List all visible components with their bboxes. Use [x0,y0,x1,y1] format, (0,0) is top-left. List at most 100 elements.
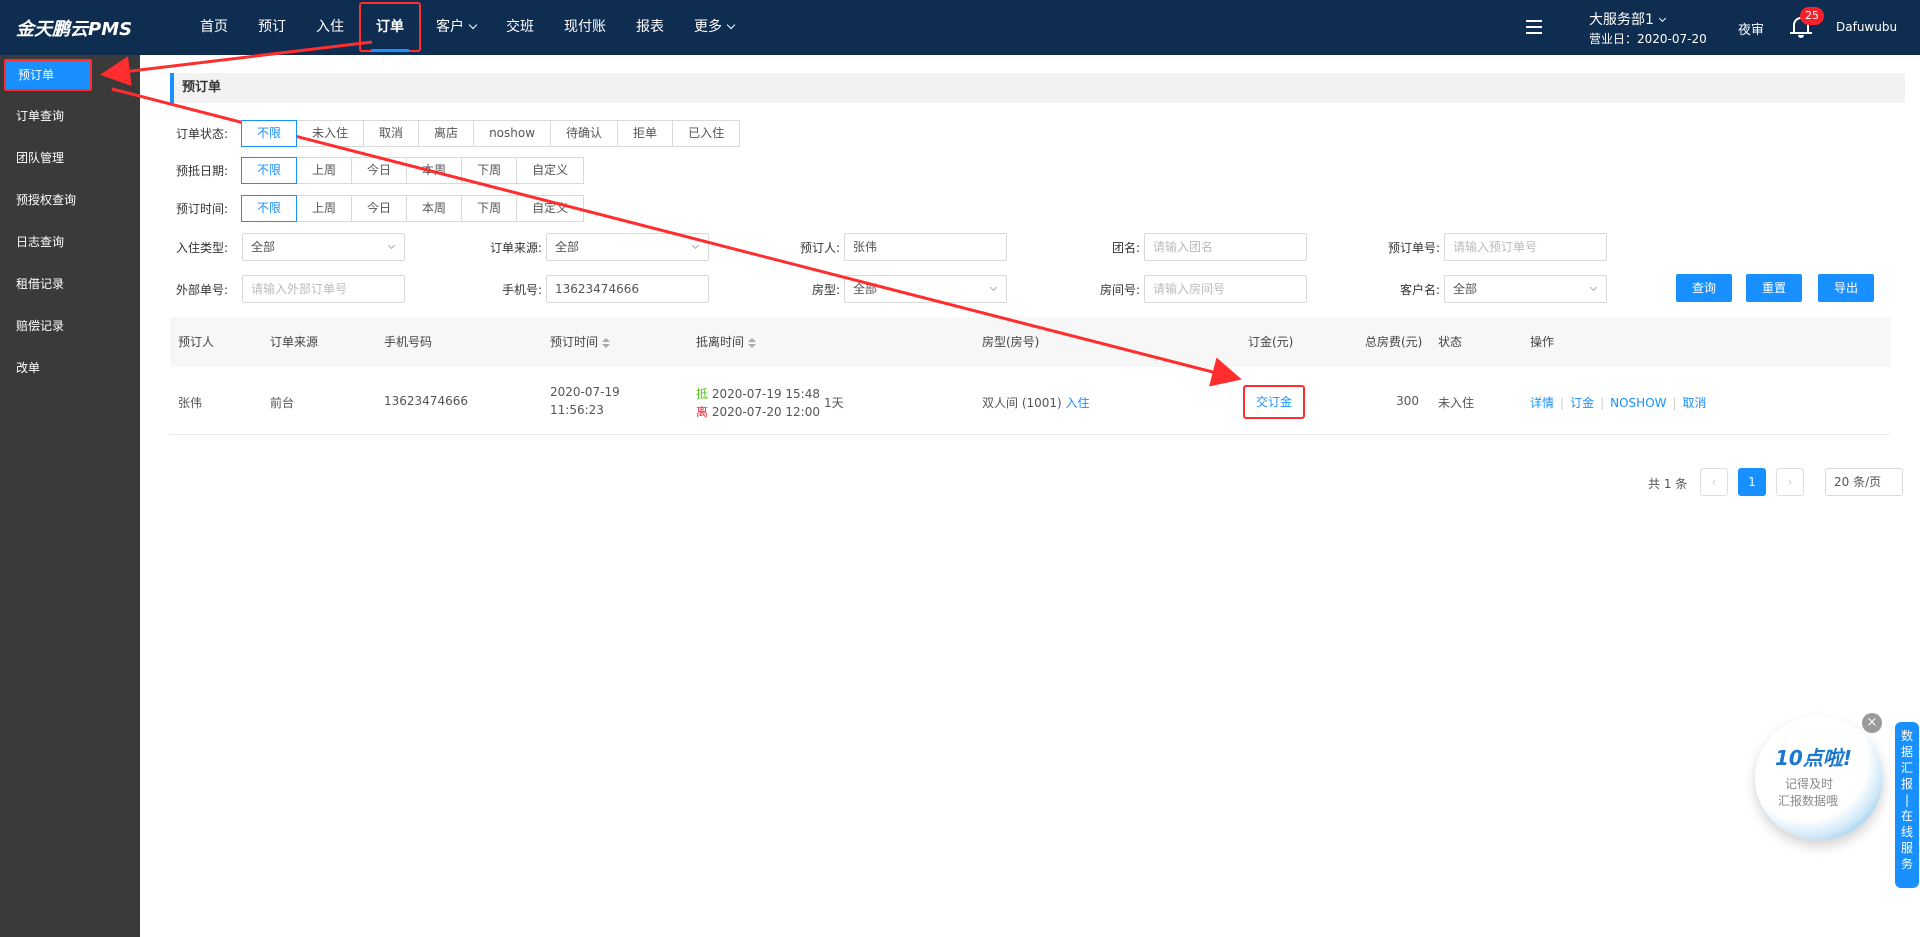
side-tab-char: 线 [1900,825,1913,839]
col-actions: 操作 [1530,335,1555,349]
col-booker: 预订人 [178,335,215,349]
prev-page-button[interactable]: ‹ [1700,468,1728,496]
status-option-checked-in[interactable]: 已入住 [672,120,741,147]
col-book-time[interactable]: 预订时间 [550,317,611,367]
page-size-value: 20 条/页 [1834,475,1882,489]
booked-option-next-week[interactable]: 下周 [461,195,518,222]
arrival-filter-label: 预抵日期: [176,164,229,178]
phone-label: 手机号: [501,282,542,297]
sidebar-item-preauth-query[interactable]: 预授权查询 [0,179,140,221]
detail-link[interactable]: 详情 [1530,396,1554,410]
noshow-link[interactable]: NOSHOW [1610,396,1666,410]
nav-customers[interactable]: 客户 [421,0,491,55]
group-name-label: 团名: [1111,240,1140,255]
order-number-input[interactable]: 请输入预订单号 [1444,233,1607,261]
booker-input[interactable]: 张伟 [844,233,1007,261]
order-source-select[interactable]: 全部 [546,233,709,261]
sidebar-item-group-management[interactable]: 团队管理 [0,137,140,179]
nav-reports[interactable]: 报表 [621,0,679,55]
export-button[interactable]: 导出 [1818,274,1874,302]
nav-more[interactable]: 更多 [679,0,749,55]
reminder-line-1: 记得及时 [1785,777,1834,791]
side-tab-char: 在 [1900,809,1913,823]
col-total: 总房费(元) [1365,335,1423,349]
pay-deposit-button[interactable]: 交订金 [1243,385,1305,419]
cell-book-date: 2020-07-19 [550,385,620,399]
booked-option-last-week[interactable]: 上周 [296,195,353,222]
reminder-line-2: 汇报数据哦 [1778,794,1839,808]
nav-checkin[interactable]: 入住 [301,0,359,55]
status-option-noshow[interactable]: noshow [473,120,552,147]
status-option-rejected[interactable]: 拒单 [617,120,674,147]
arrival-option-custom[interactable]: 自定义 [516,157,585,184]
external-number-input[interactable]: 请输入外部订单号 [242,275,405,303]
sidebar-item-log-query[interactable]: 日志查询 [0,221,140,263]
night-audit-button[interactable]: 夜审 [1738,19,1764,38]
sidebar-item-compensation-records[interactable]: 赔偿记录 [0,305,140,347]
top-bar: 金天鹏云PMS 首页 预订 入住 订单 客户 交班 现付账 报表 更多 大服务部… [0,0,1920,55]
brand-logo: 金天鹏云PMS [16,19,133,40]
arrival-option-today[interactable]: 今日 [351,157,408,184]
room-number-input[interactable]: 请输入房间号 [1144,275,1307,303]
room-number-field: 房间号: 请输入房间号 [1060,275,1307,303]
status-option-cancelled[interactable]: 取消 [363,120,420,147]
order-source-field: 订单来源: 全部 [460,233,709,261]
reset-button[interactable]: 重置 [1746,274,1802,302]
arrival-option-next-week[interactable]: 下周 [461,157,518,184]
query-button[interactable]: 查询 [1676,274,1732,302]
sidebar-item-rental-records[interactable]: 租借记录 [0,263,140,305]
status-option-not-checked-in[interactable]: 未入住 [296,120,365,147]
sidebar-item-modify-order[interactable]: 改单 [0,347,140,389]
group-name-input[interactable]: 请输入团名 [1144,233,1307,261]
cell-departure: 离 2020-07-20 12:00 [696,403,820,420]
booked-option-custom[interactable]: 自定义 [516,195,585,222]
arrival-option-all[interactable]: 不限 [241,157,298,184]
phone-input[interactable]: 13623474666 [546,275,709,303]
arrival-option-this-week[interactable]: 本周 [406,157,463,184]
cell-phone: 13623474666 [384,394,468,408]
side-tab-char: 汇 [1900,761,1913,775]
cell-book-time: 11:56:23 [550,403,604,417]
nav-home[interactable]: 首页 [185,0,243,55]
sidebar-item-reservations[interactable]: 预订单 [4,59,92,91]
nav-cash-account[interactable]: 现付账 [549,0,621,55]
cell-arrival: 抵 2020-07-19 15:48 [696,385,820,402]
nav-shift[interactable]: 交班 [491,0,549,55]
status-option-pending[interactable]: 待确认 [550,120,619,147]
col-stay-time[interactable]: 抵离时间 [696,317,757,367]
arrival-option-last-week[interactable]: 上周 [296,157,353,184]
data-report-online-service-tab[interactable]: 数 据 汇 报 | 在 线 服 务 [1895,722,1919,888]
nav-orders[interactable]: 订单 [359,2,421,52]
col-book-time-label: 预订时间 [550,335,599,349]
next-page-button[interactable]: › [1776,468,1804,496]
user-name[interactable]: Dafuwubu [1836,20,1897,34]
sidebar-item-order-query[interactable]: 订单查询 [0,95,140,137]
page-size-select[interactable]: 20 条/页 [1825,468,1903,496]
main-nav: 首页 预订 入住 订单 客户 交班 现付账 报表 更多 [185,0,749,55]
checkin-type-label: 入住类型: [176,240,229,255]
page-1-button[interactable]: 1 [1738,468,1766,496]
deposit-link[interactable]: 订金 [1570,396,1594,410]
table-row: 张伟 前台 13623474666 2020-07-19 11:56:23 抵 … [170,368,1890,435]
status-option-all[interactable]: 不限 [241,120,298,147]
close-icon[interactable]: × [1862,713,1882,733]
cell-source: 前台 [270,396,295,410]
booked-option-this-week[interactable]: 本周 [406,195,463,222]
notification-badge: 25 [1800,7,1824,25]
cancel-link[interactable]: 取消 [1683,396,1707,410]
table-header: 预订人 订单来源 手机号码 预订时间 抵离时间 房型(房号) 订金(元) 总房费… [170,317,1890,367]
nav-booking[interactable]: 预订 [243,0,301,55]
col-room: 房型(房号) [982,335,1040,349]
checkin-type-select[interactable]: 全部 [242,233,405,261]
status-option-checked-out[interactable]: 离店 [418,120,475,147]
menu-list-icon[interactable] [1526,20,1542,34]
booked-option-today[interactable]: 今日 [351,195,408,222]
booked-option-all[interactable]: 不限 [241,195,298,222]
order-source-label: 订单来源: [489,240,542,255]
departure-datetime: 2020-07-20 12:00 [711,405,820,419]
checkin-link[interactable]: 入住 [1066,396,1090,410]
room-type-select[interactable]: 全部 [844,275,1007,303]
cell-nights: 1天 [824,396,844,410]
department-selector[interactable]: 大服务部1 [1589,9,1666,29]
customer-name-select[interactable]: 全部 [1444,275,1607,303]
